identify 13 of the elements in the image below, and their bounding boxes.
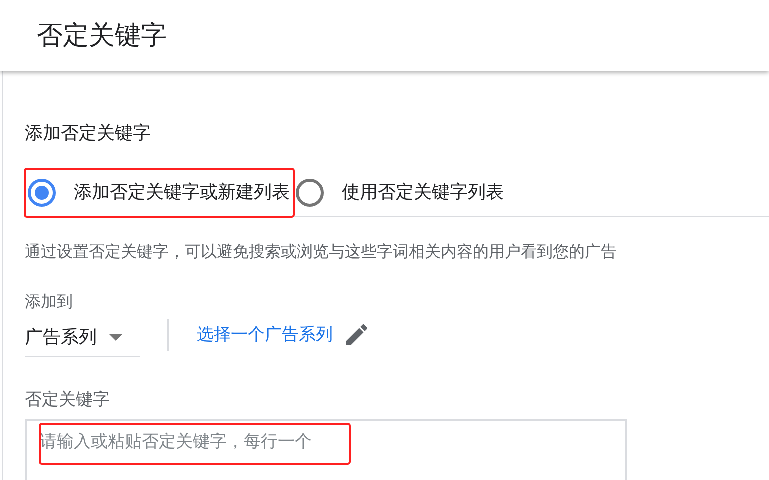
radio-option[interactable]: 使用否定关键字列表 [294, 168, 504, 216]
radio-button[interactable] [296, 178, 324, 206]
radio-button[interactable] [28, 178, 56, 206]
campaign-dropdown[interactable]: 广告系列 [25, 319, 140, 357]
keywords-textarea[interactable]: 请输入或粘贴否定关键字，每行一个 [25, 418, 627, 480]
radio-option[interactable]: 添加否定关键字或新建列表 [25, 168, 294, 216]
field-label: 否定关键字 [25, 389, 110, 411]
select-campaign-link[interactable]: 选择一个广告系列 [197, 322, 333, 348]
description-text: 通过设置否定关键字，可以避免搜索或浏览与这些字词相关内容的用户看到您的广告 [25, 242, 617, 263]
section-title: 添加否定关键字 [25, 122, 151, 145]
field-label: 添加到 [25, 292, 73, 313]
page-title: 否定关键字 [37, 19, 167, 52]
caret-icon [109, 334, 123, 342]
